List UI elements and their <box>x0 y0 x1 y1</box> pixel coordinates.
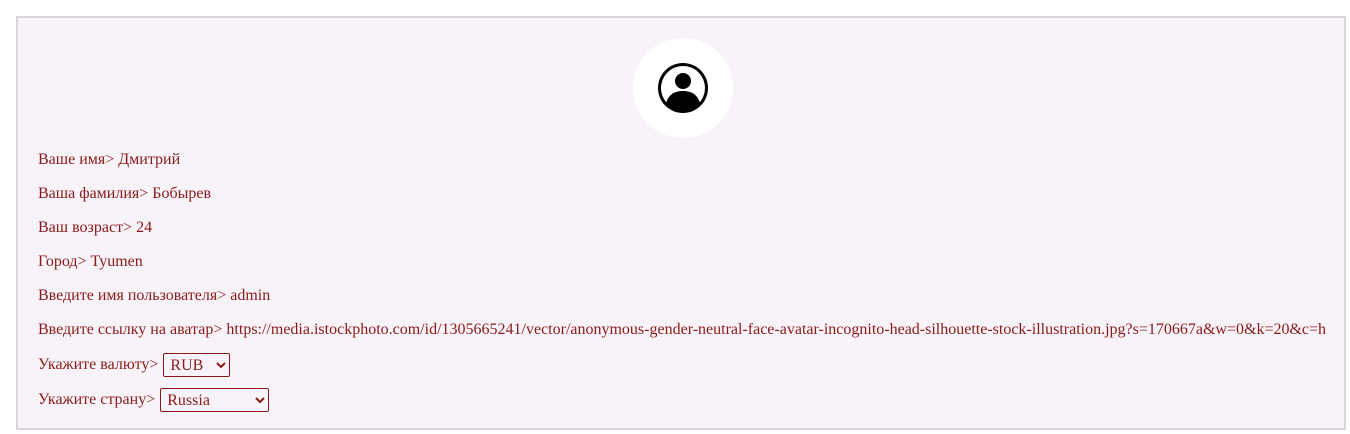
country-row: Укажите страну> Russia <box>38 388 270 412</box>
username-label: Введите имя пользователя> <box>38 287 227 304</box>
age-label: Ваш возраст> <box>38 219 133 236</box>
avatar <box>633 38 733 138</box>
currency-row: Укажите валюту> RUB <box>38 353 231 377</box>
avatar-url-row: Введите ссылку на аватар> https://media.… <box>38 318 1326 342</box>
country-select[interactable]: Russia <box>160 388 270 412</box>
username-row: Введите имя пользователя> admin <box>38 284 270 308</box>
city-value: Tyumen <box>90 253 143 270</box>
age-value: 24 <box>136 219 153 236</box>
first-name-label: Ваше имя> <box>38 151 115 168</box>
username-value: admin <box>230 287 271 304</box>
user-circle-icon <box>658 63 708 113</box>
city-row: Город> Tyumen <box>38 250 143 274</box>
age-row: Ваш возраст> 24 <box>38 216 152 240</box>
last-name-label: Ваша фамилия> <box>38 185 149 202</box>
avatar-url-label: Введите ссылку на аватар> <box>38 321 223 338</box>
country-label: Укажите страну> <box>38 391 156 408</box>
avatar-url-value: https://media.istockphoto.com/id/1305665… <box>226 321 1327 338</box>
last-name-value: Бобырев <box>152 185 212 202</box>
first-name-row: Ваше имя> Дмитрий <box>38 148 180 172</box>
city-label: Город> <box>38 253 87 270</box>
currency-select[interactable]: RUB <box>163 353 231 377</box>
last-name-row: Ваша фамилия> Бобырев <box>38 182 211 206</box>
first-name-value: Дмитрий <box>118 151 181 168</box>
currency-label: Укажите валюту> <box>38 356 159 373</box>
profile-panel: Ваше имя> Дмитрий Ваша фамилия> Бобырев … <box>16 16 1346 430</box>
